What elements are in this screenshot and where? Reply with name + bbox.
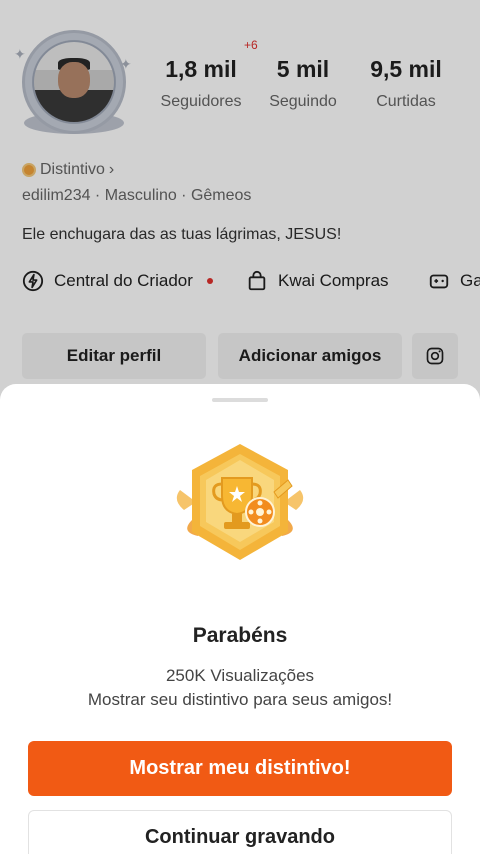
sheet-title: Parabéns <box>192 624 288 647</box>
show-badge-button[interactable]: Mostrar meu distintivo! <box>28 741 452 796</box>
continue-recording-button[interactable]: Continuar gravando <box>28 810 452 854</box>
badge-bottom-sheet: Parabéns 250K Visualizações Mostrar seu … <box>0 384 480 854</box>
trophy-badge-icon <box>176 444 304 560</box>
sheet-description: Mostrar seu distintivo para seus amigos! <box>87 690 393 709</box>
sheet-handle[interactable] <box>212 398 268 402</box>
sheet-subtitle: 250K Visualizações <box>165 666 315 685</box>
